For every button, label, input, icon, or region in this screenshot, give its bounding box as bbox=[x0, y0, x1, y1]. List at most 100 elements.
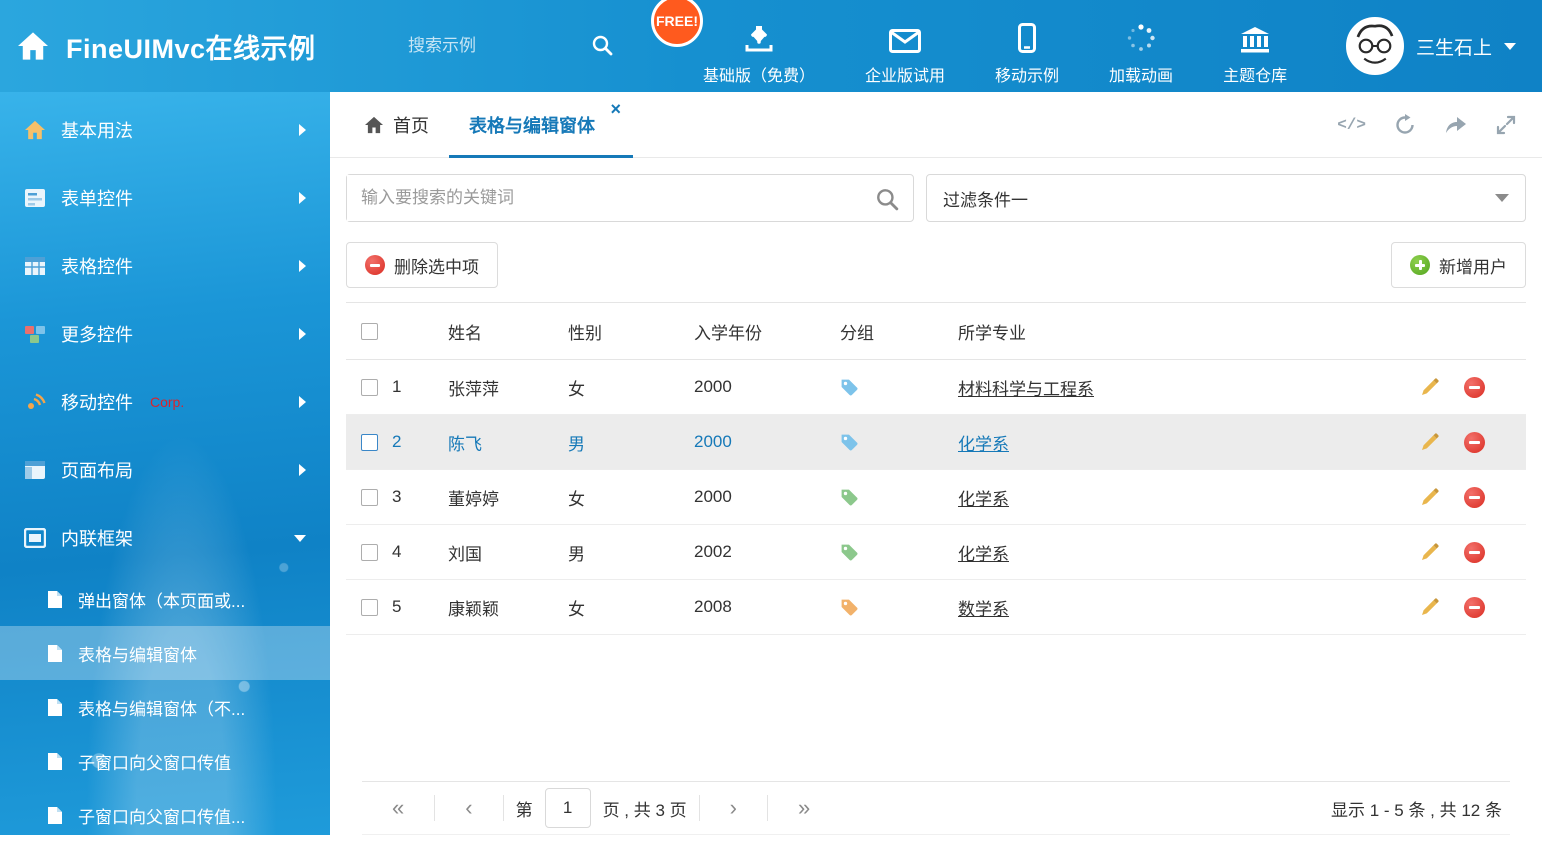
refresh-icon[interactable] bbox=[1394, 114, 1416, 136]
first-page-button[interactable]: « bbox=[362, 797, 434, 819]
last-page-button[interactable]: » bbox=[768, 797, 840, 819]
delete-selected-button[interactable]: 删除选中项 bbox=[346, 242, 498, 288]
nav-label: 移动示例 bbox=[995, 62, 1059, 86]
select-all-checkbox[interactable] bbox=[361, 323, 378, 340]
edit-icon[interactable] bbox=[1420, 597, 1440, 617]
mobile-icon bbox=[1018, 21, 1036, 53]
app-home-icon[interactable] bbox=[16, 31, 50, 61]
tab-home[interactable]: 首页 bbox=[344, 92, 449, 157]
blocks-icon bbox=[24, 323, 46, 345]
page-number-input[interactable] bbox=[545, 788, 591, 828]
form-icon bbox=[24, 187, 46, 209]
delete-icon[interactable] bbox=[1464, 487, 1485, 508]
row-checkbox[interactable] bbox=[361, 544, 378, 561]
table-row[interactable]: 5 康颖颖 女 2008 数学系 bbox=[346, 580, 1526, 635]
header-search bbox=[408, 26, 623, 66]
user-menu[interactable]: 三生石上 bbox=[1346, 17, 1542, 75]
tag-icon bbox=[840, 543, 958, 562]
page-suffix: 页 , 共 3 页 bbox=[591, 796, 699, 821]
sidebar-subitem-child-to-parent[interactable]: 子窗口向父窗口传值 bbox=[0, 734, 330, 788]
caret-down-icon bbox=[1504, 43, 1516, 50]
table-row[interactable]: 2 陈飞 男 2000 化学系 bbox=[346, 415, 1526, 470]
row-checkbox[interactable] bbox=[361, 489, 378, 506]
download-icon bbox=[744, 21, 774, 53]
sidebar-item-form-controls[interactable]: 表单控件 bbox=[0, 164, 330, 232]
nav-label: 基础版（免费） bbox=[703, 62, 815, 86]
corp-badge: Corp. bbox=[150, 394, 184, 410]
file-icon bbox=[44, 642, 66, 664]
sidebar-item-page-layout[interactable]: 页面布局 bbox=[0, 436, 330, 504]
sidebar-item-more-controls[interactable]: 更多控件 bbox=[0, 300, 330, 368]
major-link[interactable]: 数学系 bbox=[958, 600, 1009, 619]
caret-down-icon bbox=[1495, 194, 1509, 202]
nav-label: 主题仓库 bbox=[1223, 62, 1287, 86]
sidebar-item-inline-frame[interactable]: 内联框架 bbox=[0, 504, 330, 572]
delete-icon[interactable] bbox=[1464, 432, 1485, 453]
nav-item-theme-store[interactable]: 主题仓库 bbox=[1223, 7, 1287, 86]
sidebar-item-grid-controls[interactable]: 表格控件 bbox=[0, 232, 330, 300]
search-icon[interactable] bbox=[875, 187, 899, 211]
edit-icon[interactable] bbox=[1420, 487, 1440, 507]
header-search-input[interactable] bbox=[408, 26, 568, 66]
app-header: FineUIMvc在线示例 FREE! 基础版（免费） bbox=[0, 0, 1542, 92]
envelope-icon bbox=[889, 21, 921, 53]
column-header-gender[interactable]: 性别 bbox=[568, 319, 694, 344]
main-content: 首页 表格与编辑窗体 × </> 过滤条件 bbox=[330, 92, 1542, 835]
column-header-year[interactable]: 入学年份 bbox=[694, 319, 840, 344]
major-link[interactable]: 化学系 bbox=[958, 545, 1009, 564]
nav-item-mobile-demo[interactable]: 移动示例 bbox=[995, 7, 1059, 86]
page-prefix: 第 bbox=[504, 796, 545, 821]
keyword-search-input[interactable] bbox=[347, 175, 859, 221]
edit-icon[interactable] bbox=[1420, 377, 1440, 397]
share-icon[interactable] bbox=[1444, 115, 1468, 135]
frame-icon bbox=[24, 527, 46, 549]
sidebar: 基本用法 表单控件 表格控件 更多控件 移动控件 Corp. 页面布局 bbox=[0, 92, 330, 835]
search-icon[interactable] bbox=[591, 34, 613, 56]
expand-icon[interactable] bbox=[1496, 115, 1516, 135]
avatar[interactable] bbox=[1346, 17, 1404, 75]
table-icon bbox=[24, 255, 46, 277]
row-checkbox[interactable] bbox=[361, 434, 378, 451]
major-link[interactable]: 化学系 bbox=[958, 435, 1009, 454]
nav-item-enterprise-trial[interactable]: 企业版试用 bbox=[865, 7, 945, 86]
table-row[interactable]: 4 刘国 男 2002 化学系 bbox=[346, 525, 1526, 580]
edit-icon[interactable] bbox=[1420, 542, 1440, 562]
tab-grid-edit-window[interactable]: 表格与编辑窗体 × bbox=[449, 92, 633, 157]
row-checkbox[interactable] bbox=[361, 379, 378, 396]
next-page-button[interactable]: › bbox=[700, 797, 767, 819]
spinner-icon bbox=[1126, 21, 1156, 53]
home-icon bbox=[364, 116, 384, 134]
table-row[interactable]: 3 董婷婷 女 2000 化学系 bbox=[346, 470, 1526, 525]
edit-icon[interactable] bbox=[1420, 432, 1440, 452]
column-header-major[interactable]: 所学专业 bbox=[958, 319, 1408, 344]
chevron-right-icon bbox=[299, 464, 306, 476]
column-header-name[interactable]: 姓名 bbox=[448, 319, 568, 344]
column-header-group[interactable]: 分组 bbox=[840, 319, 958, 344]
nav-item-basic-edition[interactable]: FREE! 基础版（免费） bbox=[703, 7, 815, 86]
delete-icon[interactable] bbox=[1464, 377, 1485, 398]
record-summary: 显示 1 - 5 条 , 共 12 条 bbox=[1331, 796, 1510, 821]
sidebar-subitem-popup-window[interactable]: 弹出窗体（本页面或... bbox=[0, 572, 330, 626]
sidebar-subitem-grid-edit-window-2[interactable]: 表格与编辑窗体（不... bbox=[0, 680, 330, 734]
sidebar-subitem-grid-edit-window[interactable]: 表格与编辑窗体 bbox=[0, 626, 330, 680]
code-icon[interactable]: </> bbox=[1337, 116, 1366, 134]
sidebar-subitem-child-to-parent-2[interactable]: 子窗口向父窗口传值... bbox=[0, 788, 330, 842]
major-link[interactable]: 化学系 bbox=[958, 490, 1009, 509]
add-user-button[interactable]: 新增用户 bbox=[1391, 242, 1526, 288]
file-icon bbox=[44, 804, 66, 826]
close-icon[interactable]: × bbox=[610, 100, 621, 118]
user-name: 三生石上 bbox=[1416, 33, 1492, 60]
chevron-down-icon bbox=[294, 535, 306, 542]
nav-item-loading-animation[interactable]: 加载动画 bbox=[1109, 7, 1173, 86]
delete-icon[interactable] bbox=[1464, 542, 1485, 563]
prev-page-button[interactable]: ‹ bbox=[435, 797, 502, 819]
sidebar-item-basic-usage[interactable]: 基本用法 bbox=[0, 96, 330, 164]
nav-label: 企业版试用 bbox=[865, 62, 945, 86]
table-row[interactable]: 1 张萍萍 女 2000 材料科学与工程系 bbox=[346, 360, 1526, 415]
sidebar-item-mobile-controls[interactable]: 移动控件 Corp. bbox=[0, 368, 330, 436]
row-checkbox[interactable] bbox=[361, 599, 378, 616]
bank-icon bbox=[1239, 21, 1271, 53]
delete-icon[interactable] bbox=[1464, 597, 1485, 618]
filter-select[interactable]: 过滤条件一 bbox=[926, 174, 1526, 222]
major-link[interactable]: 材料科学与工程系 bbox=[958, 380, 1094, 399]
